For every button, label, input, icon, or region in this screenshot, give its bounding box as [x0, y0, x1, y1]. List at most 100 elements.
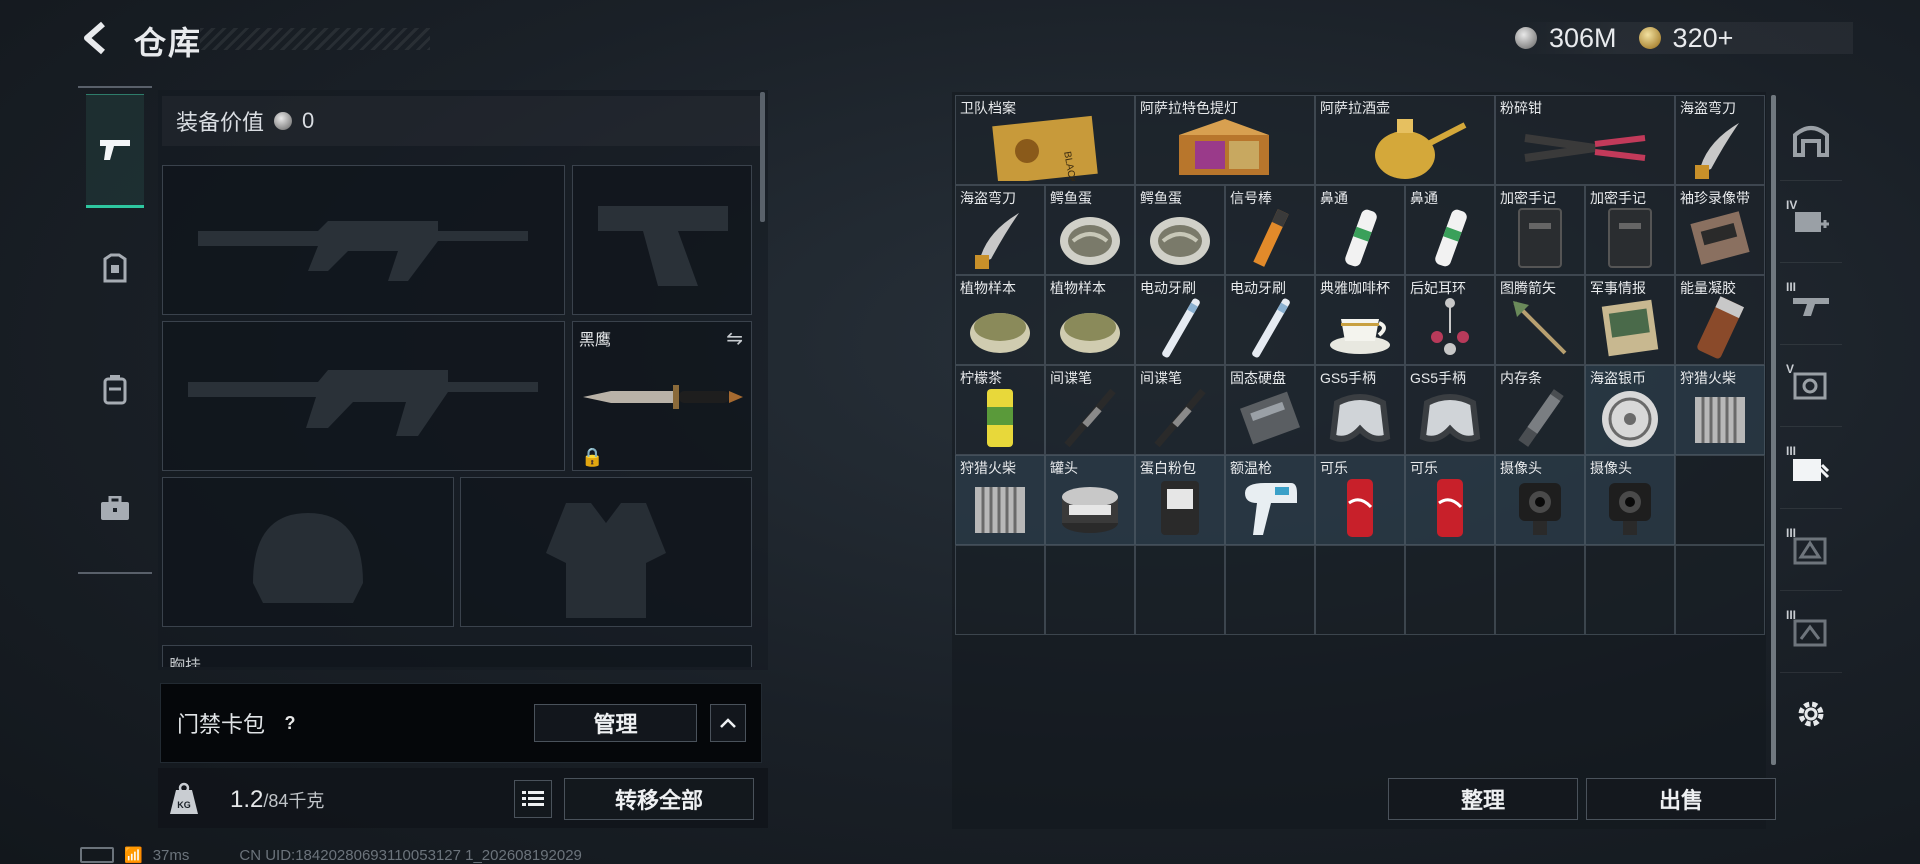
chevron-up-icon [720, 718, 736, 728]
inventory-item[interactable]: 卫队档案 BLACK [955, 95, 1135, 185]
collection-box-icon [1793, 459, 1830, 481]
inventory-item[interactable]: 间谍笔 [1045, 365, 1135, 455]
inventory-item[interactable]: 阿萨拉酒壶 [1315, 95, 1495, 185]
card-pack-label: 门禁卡包 [177, 712, 266, 737]
list-view-button[interactable] [514, 780, 552, 818]
inventory-item[interactable]: 狩猎火柴 [955, 455, 1045, 545]
help-icon[interactable]: ? [277, 710, 303, 736]
armor-slot[interactable] [460, 477, 752, 627]
empty-slot[interactable] [1585, 545, 1675, 635]
helmet-slot[interactable] [162, 477, 454, 627]
tape-icon [1676, 202, 1764, 274]
inventory-scrollbar[interactable] [1771, 95, 1776, 765]
inventory-item[interactable]: 能量凝胶 [1675, 275, 1765, 365]
back-button[interactable] [78, 18, 114, 58]
expand-button[interactable] [710, 704, 746, 742]
inventory-item[interactable]: 信号棒 [1225, 185, 1315, 275]
equipment-scrollbar[interactable] [760, 92, 765, 222]
inventory-item[interactable]: 固态硬盘 [1225, 365, 1315, 455]
empty-slot[interactable] [955, 545, 1045, 635]
empty-slot[interactable] [1045, 545, 1135, 635]
inventory-item[interactable]: 植物样本 [1045, 275, 1135, 365]
inventory-item[interactable]: 海盗弯刀 [1675, 95, 1765, 185]
primary-weapon-slot[interactable] [162, 165, 565, 315]
inventory-item[interactable]: 加密手记 [1495, 185, 1585, 275]
inventory-item[interactable]: 军事情报 [1585, 275, 1675, 365]
empty-slot[interactable] [1225, 545, 1315, 635]
nav-all-storage-tab[interactable] [1780, 100, 1842, 181]
pen-icon [1136, 382, 1224, 454]
inventory-item[interactable]: 鳄鱼蛋 [1045, 185, 1135, 275]
weight-readout: 1.2/84千克 [230, 786, 324, 814]
inventory-item[interactable]: 加密手记 [1585, 185, 1675, 275]
nav-medical-tab[interactable]: IV [1780, 182, 1842, 263]
equipment-value: 0 [302, 108, 315, 133]
inventory-item[interactable]: 鼻通 [1405, 185, 1495, 275]
safe-icon [1793, 372, 1827, 400]
inventory-item[interactable]: 海盗弯刀 [955, 185, 1045, 275]
lock-icon: 🔒 [581, 447, 604, 467]
list-icon [522, 791, 544, 806]
empty-slot[interactable] [1675, 455, 1765, 545]
inventory-item[interactable]: 蛋白粉包 [1135, 455, 1225, 545]
inventory-item[interactable]: 粉碎钳 [1495, 95, 1675, 185]
inventory-item[interactable]: 典雅咖啡杯 [1315, 275, 1405, 365]
inventory-item[interactable]: 摄像头 [1495, 455, 1585, 545]
inventory-item[interactable]: 间谍笔 [1135, 365, 1225, 455]
nav-backpack-tab[interactable] [86, 334, 144, 444]
inventory-item[interactable]: GS5手柄 [1405, 365, 1495, 455]
sell-button[interactable]: 出售 [1586, 778, 1776, 820]
inventory-item[interactable]: 后妃耳环 [1405, 275, 1495, 365]
nav-weapon-storage-tab[interactable]: III [1780, 264, 1842, 345]
nav-misc-tab[interactable]: III [1780, 592, 1842, 673]
inventory-item[interactable]: 可乐 [1405, 455, 1495, 545]
empty-slot[interactable] [1495, 545, 1585, 635]
inventory-item[interactable]: 可乐 [1315, 455, 1405, 545]
inventory-item[interactable]: 柠檬茶 [955, 365, 1045, 455]
manage-button[interactable]: 管理 [534, 704, 697, 742]
empty-slot[interactable] [1405, 545, 1495, 635]
nav-weapons-tab[interactable] [86, 94, 144, 208]
inventory-item[interactable]: 图腾箭矢 [1495, 275, 1585, 365]
inventory-item[interactable]: 鼻通 [1315, 185, 1405, 275]
empty-slot[interactable] [1135, 545, 1225, 635]
inventory-item[interactable]: 内存条 [1495, 365, 1585, 455]
nav-valuables-tab[interactable]: V [1780, 346, 1842, 427]
nav-collectibles-tab[interactable]: III [1780, 428, 1842, 509]
inventory-item[interactable]: 狩猎火柴 [1675, 365, 1765, 455]
pistol-slot[interactable] [572, 165, 752, 315]
page-title: 仓库 [134, 25, 203, 61]
chest-rig-slot[interactable]: 胸挂 [162, 645, 752, 667]
inventory-item[interactable]: 摄像头 [1585, 455, 1675, 545]
inventory-item[interactable]: 袖珍录像带 [1675, 185, 1765, 275]
swap-icon[interactable]: ⇋ [726, 326, 743, 351]
sort-button[interactable]: 整理 [1388, 778, 1578, 820]
transfer-all-button[interactable]: 转移全部 [564, 778, 754, 820]
inventory-item[interactable]: 额温枪 [1225, 455, 1315, 545]
empty-slot[interactable] [1675, 545, 1765, 635]
sample-jar-icon [956, 292, 1044, 364]
inventory-item[interactable]: GS5手柄 [1315, 365, 1405, 455]
inventory-item[interactable]: 植物样本 [955, 275, 1045, 365]
inventory-item[interactable]: 罐头 [1045, 455, 1135, 545]
scimitar-icon [956, 202, 1044, 274]
settings-button[interactable] [1780, 674, 1842, 754]
matches-icon [956, 472, 1044, 544]
tier-label: III [1786, 444, 1797, 458]
nav-case-tab[interactable] [86, 454, 144, 564]
inventory-item[interactable]: 电动牙刷 [1135, 275, 1225, 365]
item-name: 额温枪 [1230, 460, 1272, 476]
storage-category-nav: IV III V III III III [1780, 100, 1842, 820]
egg-icon [1046, 202, 1134, 274]
nav-armor-tab[interactable] [86, 214, 144, 324]
secondary-weapon-slot[interactable] [162, 321, 565, 471]
arrow-icon [1496, 292, 1584, 364]
inventory-item[interactable]: 海盗银币 [1585, 365, 1675, 455]
melee-slot[interactable]: 黑鹰 ⇋ 🔒 [572, 321, 752, 471]
inventory-item[interactable]: 电动牙刷 [1225, 275, 1315, 365]
nav-materials-tab[interactable]: III [1780, 510, 1842, 591]
weight-current: 1.2 [230, 786, 264, 813]
empty-slot[interactable] [1315, 545, 1405, 635]
inventory-item[interactable]: 鳄鱼蛋 [1135, 185, 1225, 275]
inventory-item[interactable]: 阿萨拉特色提灯 [1135, 95, 1315, 185]
